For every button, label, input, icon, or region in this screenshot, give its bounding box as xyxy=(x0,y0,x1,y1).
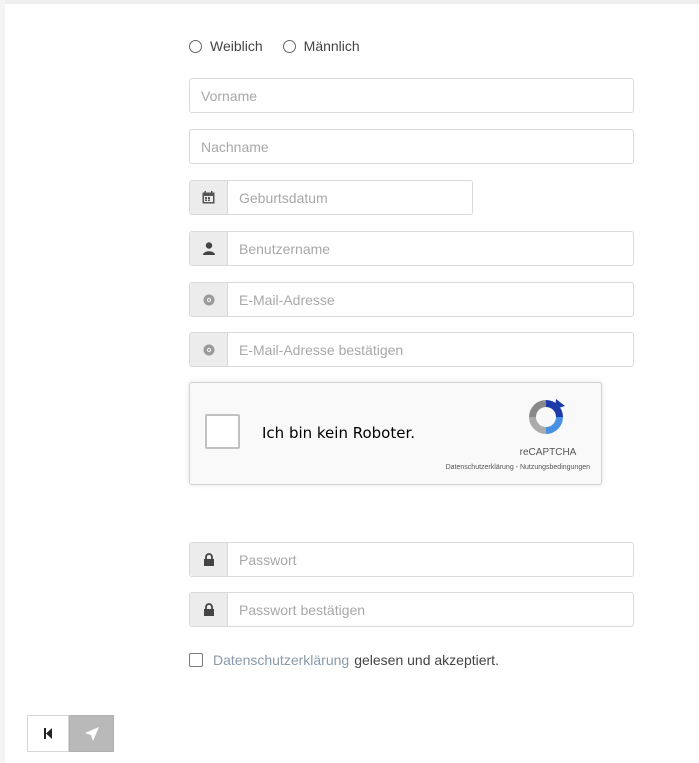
email-confirm-input[interactable] xyxy=(228,333,633,366)
passwort-confirm-input[interactable] xyxy=(228,593,633,626)
send-button[interactable] xyxy=(69,715,114,752)
recaptcha-logo-icon xyxy=(529,399,565,434)
lock-icon xyxy=(190,543,228,576)
geburtsdatum-field xyxy=(189,180,473,215)
privacy-checkbox[interactable] xyxy=(189,653,203,667)
email-field xyxy=(189,282,634,317)
left-edge xyxy=(0,0,5,763)
recaptcha-label: Ich bin kein Roboter. xyxy=(262,424,416,442)
privacy-text: gelesen und akzeptiert. xyxy=(354,652,499,668)
user-icon xyxy=(190,232,228,265)
recaptcha-terms-link[interactable]: Datenschutzerklärung - Nutzungsbedingung… xyxy=(350,464,590,471)
passwort-field xyxy=(189,542,634,577)
radio-circle[interactable] xyxy=(282,39,296,53)
benutzername-field xyxy=(189,231,634,266)
recaptcha-checkbox[interactable] xyxy=(205,414,240,449)
privacy-link[interactable]: Datenschutzerklärung xyxy=(213,652,349,668)
passwort-input[interactable] xyxy=(228,543,633,576)
geburtsdatum-input[interactable] xyxy=(228,181,472,214)
first-page-button[interactable] xyxy=(27,715,69,752)
benutzername-input[interactable] xyxy=(228,232,633,265)
passwort-confirm-field xyxy=(189,592,634,627)
form-nav-buttons xyxy=(27,715,114,752)
top-strip xyxy=(0,0,699,4)
radio-label-weiblich: Weiblich xyxy=(210,38,263,54)
recaptcha-widget: Ich bin kein Roboter. reCAPTCHA Datensch… xyxy=(189,382,602,485)
nachname-field xyxy=(189,129,634,164)
email-input[interactable] xyxy=(228,283,633,316)
vorname-field xyxy=(189,78,634,113)
vorname-input[interactable] xyxy=(190,79,633,112)
email-confirm-field xyxy=(189,332,634,367)
at-icon xyxy=(190,333,228,366)
gender-radio-group: Weiblich Männlich xyxy=(189,36,380,56)
at-icon xyxy=(190,283,228,316)
nachname-input[interactable] xyxy=(190,130,633,163)
calendar-icon xyxy=(190,181,228,214)
radio-maennlich[interactable]: Männlich xyxy=(282,38,360,54)
radio-label-maennlich: Männlich xyxy=(303,38,360,54)
lock-icon xyxy=(190,593,228,626)
skip-start-icon xyxy=(44,728,52,739)
privacy-consent: Datenschutzerklärung gelesen und akzepti… xyxy=(189,652,499,668)
recaptcha-brand: reCAPTCHA xyxy=(519,447,577,458)
radio-circle[interactable] xyxy=(189,39,202,53)
radio-weiblich[interactable]: Weiblich xyxy=(189,38,263,54)
registration-page: Weiblich Männlich Vorname Nachname Gebur… xyxy=(0,0,699,763)
send-icon xyxy=(84,726,99,741)
